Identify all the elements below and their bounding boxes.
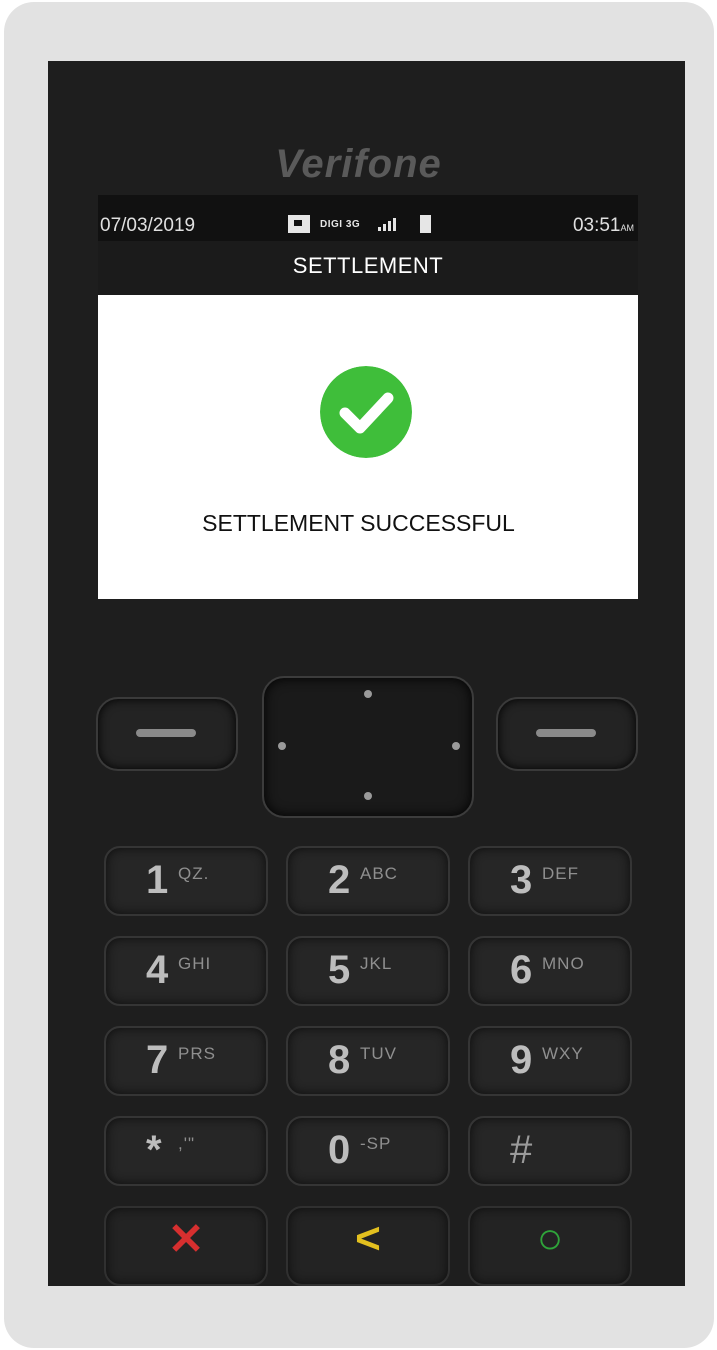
backspace-arrow-icon: <	[355, 1214, 381, 1263]
key-3[interactable]: 3 DEF	[468, 846, 632, 916]
dash-icon	[536, 729, 596, 737]
key-1[interactable]: 1 QZ.	[104, 846, 268, 916]
status-date: 07/03/2019	[100, 215, 196, 236]
key-star[interactable]: * ,'"	[104, 1116, 268, 1186]
signal-strength-icon	[378, 217, 397, 231]
card-icon	[288, 215, 310, 233]
screen-title: SETTLEMENT	[98, 241, 638, 295]
key-7[interactable]: 7 PRS	[104, 1026, 268, 1096]
nav-up-dot-icon	[364, 690, 372, 698]
status-icons: DIGI 3G	[288, 213, 432, 235]
enter-key[interactable]: ○	[468, 1206, 632, 1286]
key-2[interactable]: 2 ABC	[286, 846, 450, 916]
success-check-icon	[320, 366, 412, 458]
cancel-x-icon: ✕	[167, 1215, 205, 1264]
key-9[interactable]: 9 WXY	[468, 1026, 632, 1096]
key-5[interactable]: 5 JKL	[286, 936, 450, 1006]
backspace-key[interactable]: <	[286, 1206, 450, 1286]
navigation-pad[interactable]	[262, 676, 474, 818]
nav-right-dot-icon	[452, 742, 460, 750]
key-hash[interactable]: #	[468, 1116, 632, 1186]
key-0[interactable]: 0 -SP	[286, 1116, 450, 1186]
key-8[interactable]: 8 TUV	[286, 1026, 450, 1096]
battery-icon	[420, 215, 432, 233]
nav-down-dot-icon	[364, 792, 372, 800]
right-softkey-button[interactable]	[496, 697, 638, 771]
enter-circle-icon: ○	[536, 1214, 564, 1263]
key-4[interactable]: 4 GHI	[104, 936, 268, 1006]
nav-left-dot-icon	[278, 742, 286, 750]
status-time: 03:51AM	[572, 215, 634, 236]
left-softkey-button[interactable]	[96, 697, 238, 771]
brand-logo: Verifone	[275, 142, 442, 186]
status-bar: 07/03/2019 DIGI 3G 03:51AM	[98, 195, 638, 241]
cancel-key[interactable]: ✕	[104, 1206, 268, 1286]
network-label: DIGI 3G	[320, 218, 361, 230]
settlement-message: SETTLEMENT SUCCESSFUL	[202, 510, 515, 536]
key-6[interactable]: 6 MNO	[468, 936, 632, 1006]
dash-icon	[136, 729, 196, 737]
